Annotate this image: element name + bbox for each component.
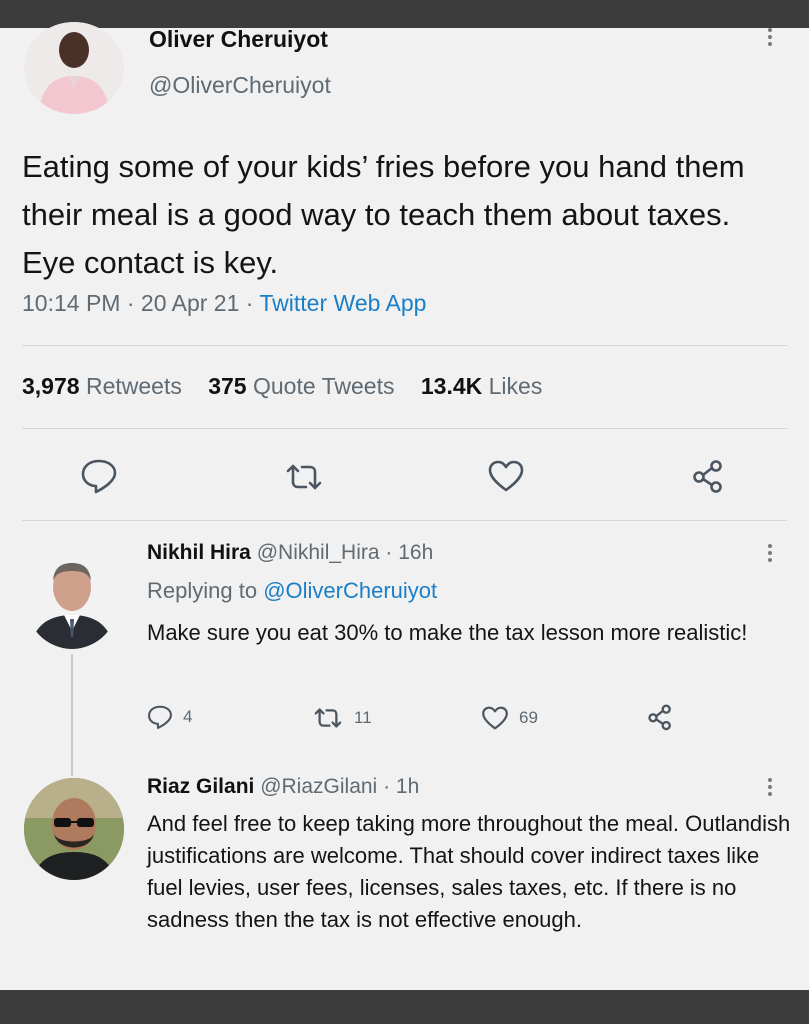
reply-text: Make sure you eat 30% to make the tax le… [147, 620, 748, 645]
like-count: 69 [519, 708, 538, 727]
reply-age[interactable]: 16h [398, 541, 433, 564]
reply-author-handle[interactable]: @Nikhil_Hira [257, 541, 380, 564]
top-frame-bar [0, 0, 809, 28]
reply-author-name[interactable]: Nikhil Hira [147, 541, 251, 564]
separator: · [377, 775, 396, 798]
author-handle[interactable]: @OliverCheruiyot [149, 72, 331, 99]
more-options-icon[interactable] [767, 28, 773, 49]
replying-to-link[interactable]: @OliverCheruiyot [263, 578, 437, 603]
reply-author-handle[interactable]: @RiazGilani [260, 775, 377, 798]
bottom-frame-bar [0, 990, 809, 1024]
quotes-label: Quote Tweets [252, 373, 395, 399]
reply-header: Nikhil Hira @Nikhil_Hira · 16h [147, 541, 433, 565]
more-options-icon[interactable] [767, 778, 773, 799]
likes-label: Likes [488, 373, 543, 399]
separator: · [379, 541, 399, 564]
quote-tweets-stat[interactable]: 375 Quote Tweets [208, 373, 394, 399]
retweet-icon[interactable] [283, 462, 325, 492]
avatar-oliver[interactable] [24, 22, 124, 114]
like-icon[interactable]: 69 [481, 705, 538, 731]
replying-to: Replying to @OliverCheruiyot [147, 578, 437, 604]
retweets-stat[interactable]: 3,978 Retweets [22, 373, 182, 399]
avatar-nikhil[interactable] [24, 545, 120, 649]
tweet-time: 10:14 PM [22, 290, 121, 316]
tweet-date: 20 Apr 21 [140, 290, 240, 316]
reply-icon[interactable]: 4 [147, 704, 192, 730]
divider [22, 428, 787, 429]
likes-count: 13.4K [420, 373, 483, 399]
tweet-text: Eating some of your kids’ fries before y… [22, 149, 745, 280]
retweet-icon[interactable]: 11 [312, 706, 372, 730]
tweet-timestamp: 10:14 PM · 20 Apr 21 · Twitter Web App [22, 290, 426, 317]
reply-age[interactable]: 1h [396, 775, 419, 798]
tweet-source-link[interactable]: Twitter Web App [259, 290, 426, 316]
retweet-count: 11 [354, 708, 372, 727]
replying-to-prefix: Replying to [147, 578, 258, 603]
reply-count: 4 [183, 707, 193, 726]
retweets-label: Retweets [85, 373, 182, 399]
separator: · [120, 290, 141, 316]
divider [22, 345, 787, 346]
like-icon[interactable] [487, 459, 525, 493]
more-options-icon[interactable] [767, 544, 773, 565]
retweets-count: 3,978 [22, 373, 80, 399]
reply-text: And feel free to keep taking more throug… [147, 811, 791, 932]
avatar-riaz[interactable] [24, 778, 124, 880]
likes-stat[interactable]: 13.4K Likes [421, 373, 542, 399]
divider [22, 520, 787, 521]
share-icon[interactable] [646, 703, 674, 731]
reply-header: Riaz Gilani @RiazGilani · 1h [147, 775, 419, 799]
thread-connector-line [71, 654, 73, 776]
tweet-stats: 3,978 Retweets 375 Quote Tweets 13.4K Li… [22, 373, 562, 400]
share-icon[interactable] [690, 458, 726, 494]
quotes-count: 375 [208, 373, 247, 399]
author-name[interactable]: Oliver Cheruiyot [149, 26, 328, 53]
reply-icon[interactable] [80, 458, 118, 494]
separator: · [239, 290, 260, 316]
reply-author-name[interactable]: Riaz Gilani [147, 775, 254, 798]
